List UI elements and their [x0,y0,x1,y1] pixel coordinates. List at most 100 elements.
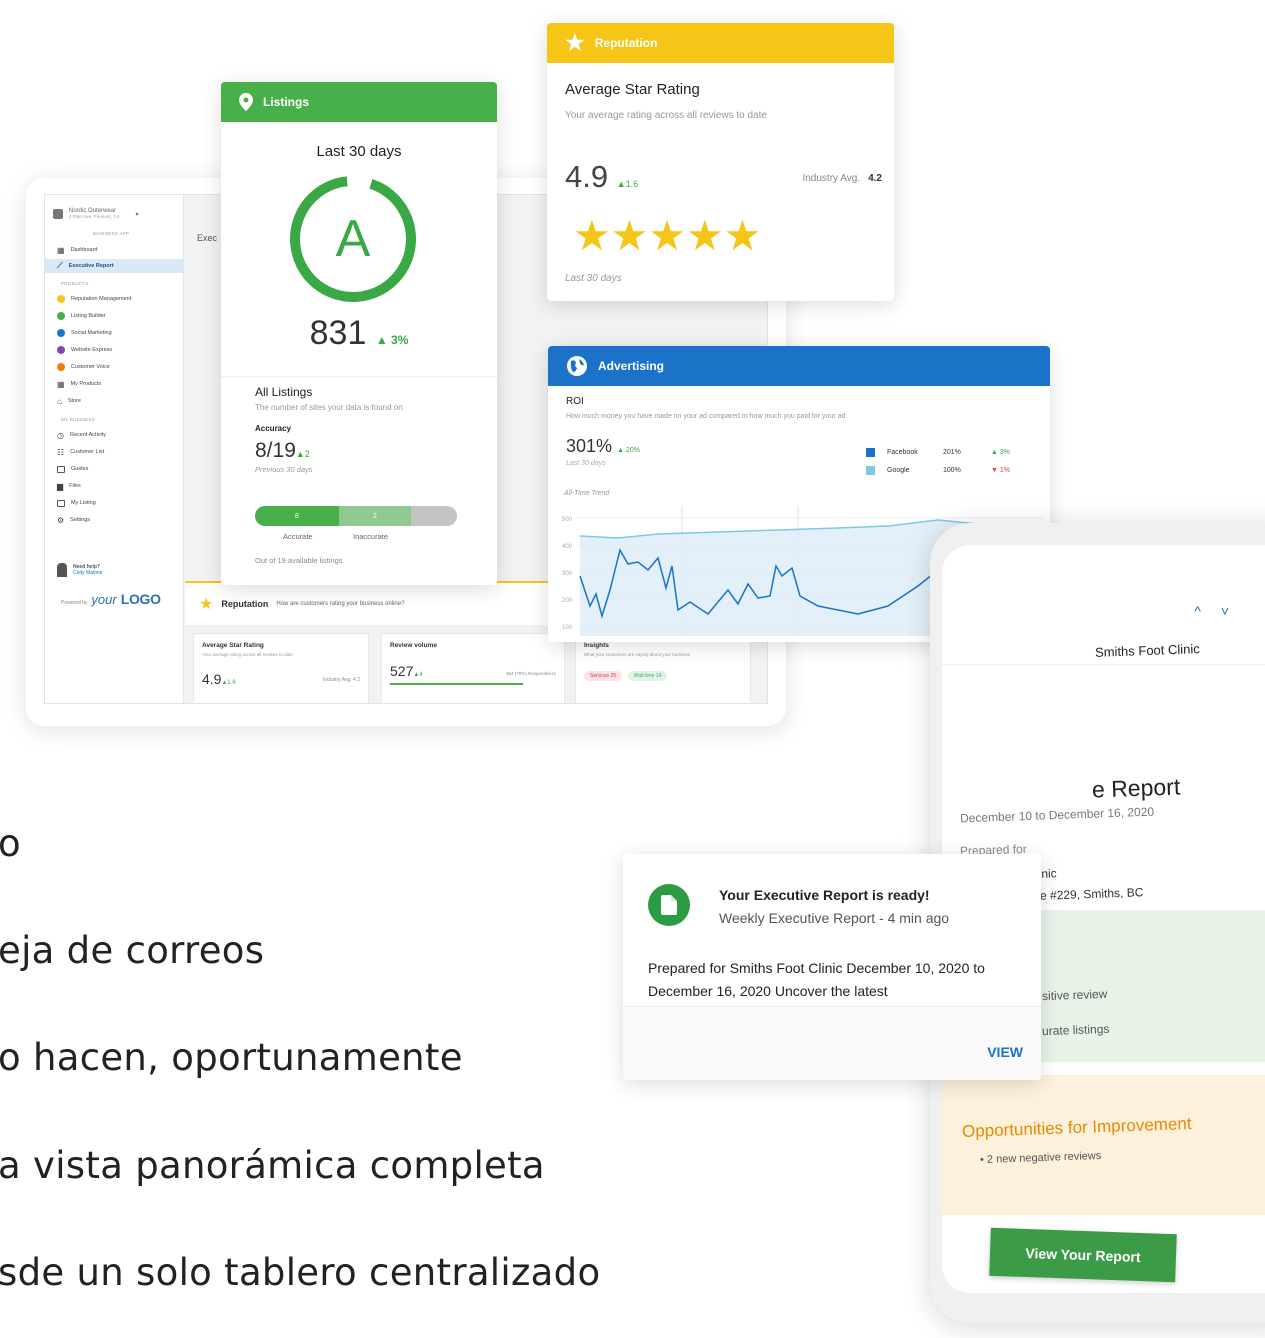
sidebar-item-label: Files [69,483,81,489]
legend-row-google: Google 100% ▼ 1% [866,461,1026,479]
highlight-item: sitive review [1041,986,1108,1004]
mini-card-value: 527 [390,663,414,679]
sidebar-item-files[interactable]: ▆ Files [57,479,181,493]
roi-desc: How much money you have made on your ad … [566,413,846,420]
sidebar-item-listing-builder[interactable]: Listing Builder [57,309,181,323]
reputation-card[interactable]: ★ Reputation Average Star Rating Your av… [547,23,894,301]
trend-icon: ⟋ [57,261,63,270]
mini-card-desc: Your average rating across all reviews t… [202,652,293,657]
card-header: Listings [221,82,497,122]
y-tick: 500 [562,517,573,523]
previous-period: Previous 30 days [255,465,313,474]
highlight-item: urate listings [1041,1021,1110,1039]
view-report-button[interactable]: View Your Report [989,1227,1177,1283]
opportunities-section [942,1075,1265,1215]
accuracy-label: Accuracy [255,424,292,433]
card-header: ★ Reputation [547,23,894,63]
guide-icon [57,465,65,473]
legend-delta: ▲ 3% [991,448,1010,456]
sidebar-item-recent-activity[interactable]: ◷ Recent Activity [57,428,181,442]
card-header: Advertising [548,346,1050,386]
sidebar-item-label: Customer List [70,449,105,455]
legend-swatch [866,465,875,475]
sidebar-item-store[interactable]: ⌂ Store [57,394,181,408]
sidebar-item-label: Dashboard [70,247,98,253]
feature-line: sde un solo tablero centralizado [0,1251,601,1294]
file-icon: ▆ [57,481,64,491]
sidebar-item-reputation[interactable]: Reputation Management [57,292,181,306]
sidebar-item-executive-report[interactable]: ⟋ Executive Report [45,259,184,273]
period-label: Last 30 days [565,273,622,284]
metric-value: 4.9 [565,159,609,194]
metric-title: Average Star Rating [565,81,700,98]
mini-card-insights[interactable]: Insights What your customers are saying … [575,633,751,703]
section-title: Reputation [221,599,269,609]
star-rating: ★★★★★ [573,212,762,259]
industry-label: Industry Avg. [802,173,861,184]
grid-icon: ▦ [57,379,65,389]
y-tick: 200 [562,598,573,604]
star-icon: ★ [199,596,214,613]
sidebar-item-guides[interactable]: Guides [57,462,181,476]
voice-icon [57,363,65,371]
sidebar: Nordic Outerwear 4 Plain Ave, Fremont, C… [45,195,184,703]
sidebar-item-label: My Listing [71,500,96,506]
sidebar-item-social-marketing[interactable]: Social Marketing [57,326,181,340]
sidebar-item-website-express[interactable]: Website Express [57,343,181,357]
card-title: Listings [263,95,310,109]
sidebar-item-customer-list[interactable]: ☷ Customer List [57,445,181,459]
listings-card[interactable]: Listings Last 30 days A 831 ▲ 3% All Lis… [221,82,497,585]
location-pin-icon [239,93,253,111]
grade-letter: A [335,210,371,268]
mini-card-extra: 364 (70%) Responded to [505,671,556,676]
sidebar-item-label: Website Express [71,347,113,353]
roi-value: 301% [566,436,613,456]
sidebar-item-my-products[interactable]: ▦ My Products [57,377,181,391]
insight-tag[interactable]: Services 25 [584,671,623,681]
website-icon [57,346,65,354]
globe-icon [567,356,587,376]
business-switcher[interactable]: Nordic Outerwear 4 Plain Ave, Fremont, C… [53,203,173,225]
sidebar-item-label: Customer Voice [71,364,110,370]
help-widget[interactable]: Need help? Cody Malone [57,563,102,577]
help-contact: Cody Malone [73,570,103,576]
unavailable-segment [411,506,457,526]
mini-card-title: Insights [584,642,609,649]
insight-tag[interactable]: Wait time 14 [627,671,668,681]
chevron-up-down-icon[interactable]: ^ ˅ [1194,603,1237,619]
card-title: Advertising [598,359,665,373]
sidebar-item-customer-voice[interactable]: Customer Voice [57,360,181,374]
legend-value: 100% [943,466,961,474]
mini-card-star-rating[interactable]: Average Star Rating Your average rating … [193,633,369,703]
trend-label: All-Time Trend [564,490,610,497]
sidebar-item-settings[interactable]: ⚙ Settings [57,513,181,527]
mini-card-extra: Industry Avg. 4.2 [322,677,360,683]
mini-card-review-volume[interactable]: Review volume 527▲4 364 (70%) Responded … [381,633,565,703]
period-label: Last 30 days [566,460,606,467]
sidebar-item-label: Executive Report [68,263,114,269]
people-icon: ☷ [57,447,65,457]
logo-your: your [91,592,117,607]
y-tick: 300 [562,571,573,577]
view-button[interactable]: VIEW [987,1044,1023,1060]
grid-icon: ▦ [57,245,65,255]
business-address: 4 Plain Ave, Fremont, CA [69,214,120,219]
sidebar-item-label: Settings [70,517,91,523]
progress-bar [390,683,523,685]
sidebar-item-label: Social Marketing [71,330,112,336]
sidebar-item-label: Recent Activity [69,432,107,438]
logo-text: LOGO [120,591,161,607]
out-of-label: Out of 19 available listings [255,556,343,565]
sidebar-item-my-listing[interactable]: My Listing [57,496,181,510]
report-notification[interactable]: Your Executive Report is ready! Weekly E… [623,854,1041,1080]
store-icon: ⌂ [57,396,62,406]
mini-card-delta: ▲1.6 [221,680,236,686]
section-question: How are customers rating your business o… [276,601,405,607]
sidebar-item-dashboard[interactable]: ▦ Dashboard [57,243,181,257]
accuracy-bar: 8 2 [255,506,457,526]
mini-card-value: 4.9 [202,671,222,687]
reputation-icon [57,295,65,303]
feature-line: eja de correos [0,929,265,972]
report-dates: December 10 to December 16, 2020 [959,804,1155,826]
metric-delta: ▲1.6 [616,179,639,189]
